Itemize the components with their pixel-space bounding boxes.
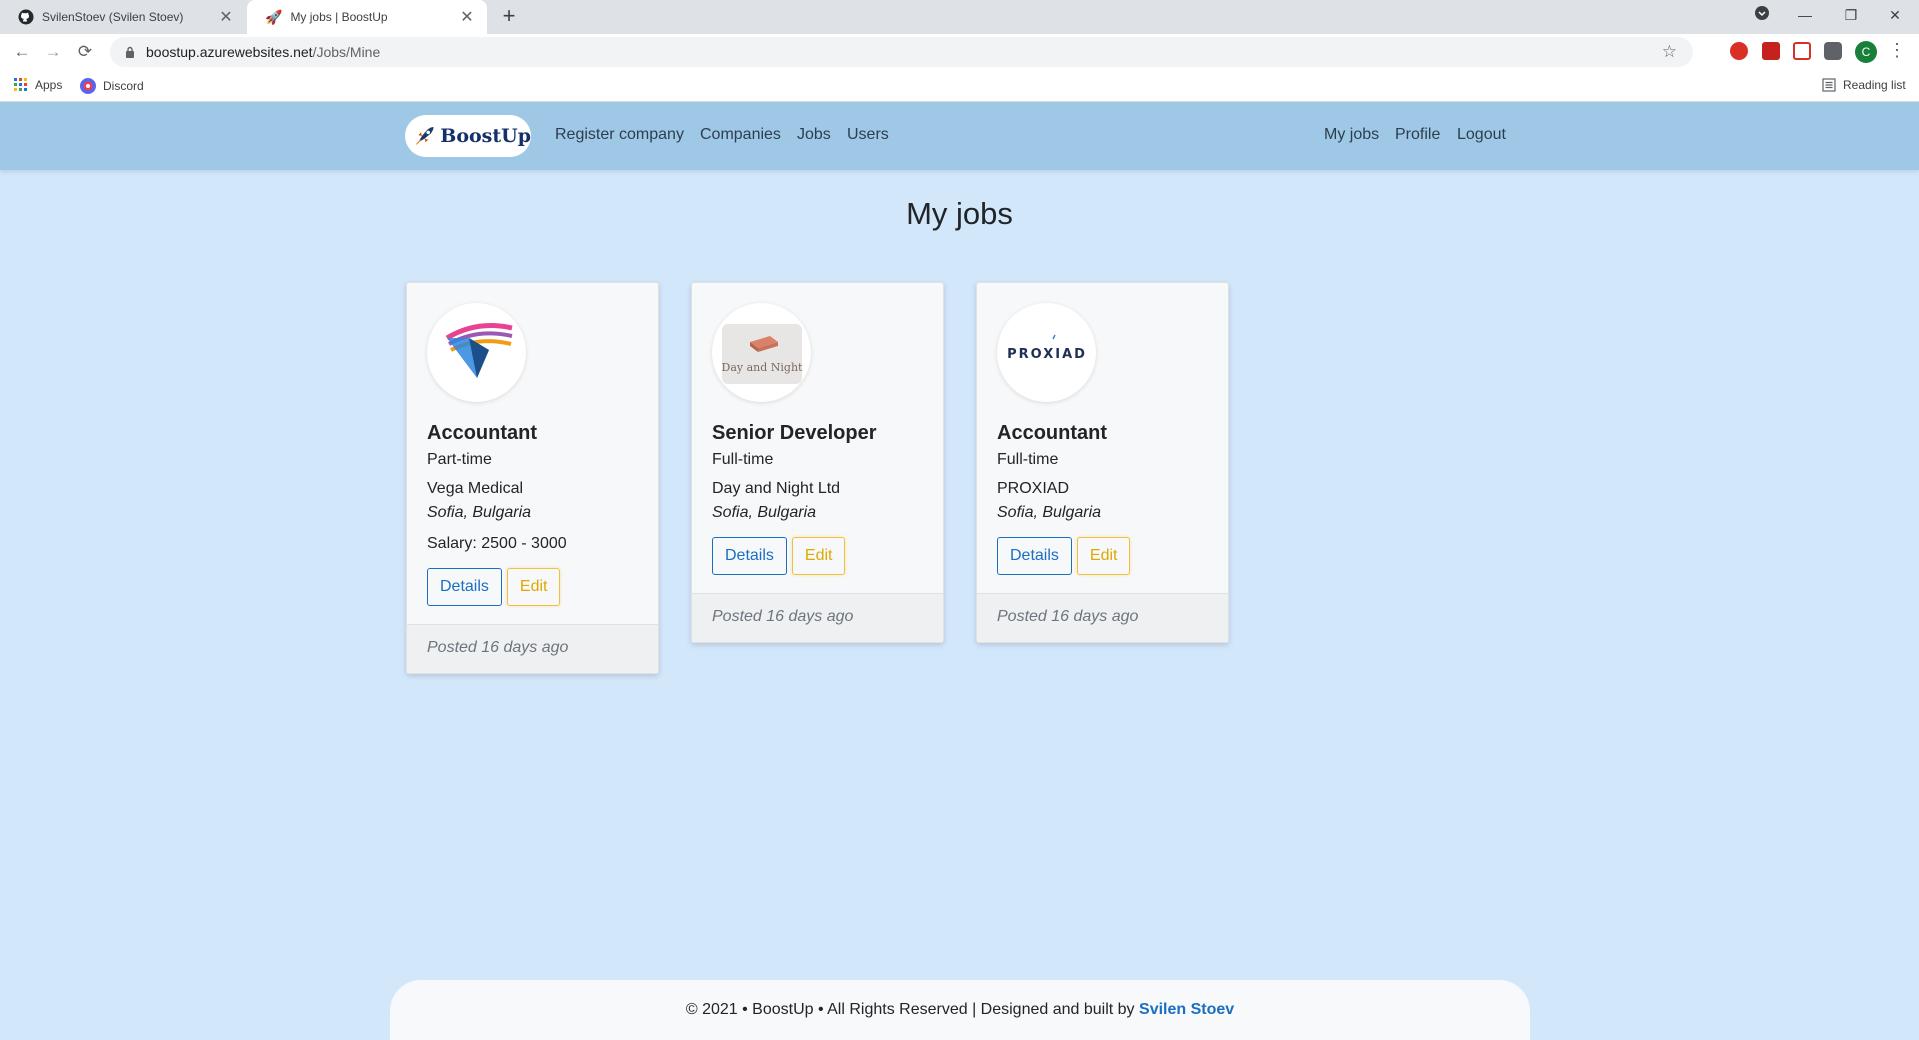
browser-menu-icon[interactable]: ⋮: [1888, 40, 1906, 61]
job-title: Senior Developer: [712, 422, 877, 444]
lock-icon: [126, 46, 134, 58]
site-navbar: BoostUp Register company Companies Jobs …: [0, 102, 1919, 170]
close-tab-icon[interactable]: ✕: [218, 7, 234, 27]
address-bar[interactable]: boostup.azurewebsites.net/Jobs/Mine ☆: [110, 37, 1693, 67]
job-salary: Salary: 2500 - 3000: [427, 535, 567, 552]
day-and-night-logo-text: Day and Night: [721, 361, 803, 374]
minimize-button[interactable]: —: [1783, 0, 1827, 30]
extensions-puzzle-icon[interactable]: [1824, 42, 1842, 60]
site-footer: © 2021 • BoostUp • All Rights Reserved |…: [390, 980, 1530, 1040]
brand-logo[interactable]: BoostUp: [405, 115, 531, 157]
discord-icon: [80, 78, 96, 94]
page-title: My jobs: [906, 196, 1013, 231]
forward-arrow-icon[interactable]: →: [41, 40, 65, 64]
footer-author-link[interactable]: Svilen Stoev: [1139, 1001, 1234, 1018]
rocket-icon: [415, 127, 434, 145]
close-tab-icon[interactable]: ✕: [459, 7, 475, 27]
browser-tab-github[interactable]: SvilenStoev (Svilen Stoev) ✕: [0, 0, 246, 34]
browser-tab-boostup[interactable]: 🚀 My jobs | BoostUp ✕: [247, 0, 487, 34]
rocket-icon: 🚀: [265, 8, 283, 25]
edit-button[interactable]: Edit: [791, 537, 846, 575]
job-card: Accountant Part-time Vega Medical Sofia,…: [406, 282, 659, 674]
github-icon: [18, 9, 34, 25]
edit-button[interactable]: Edit: [1076, 537, 1131, 575]
bookmark-star-icon[interactable]: ☆: [1662, 42, 1677, 62]
pdf-extension-icon[interactable]: [1762, 42, 1780, 60]
job-card: Day and Night Senior Developer Full-time…: [691, 282, 944, 643]
nav-logout[interactable]: Logout: [1457, 126, 1506, 144]
company-name: Vega Medical: [427, 480, 524, 497]
details-button[interactable]: Details: [427, 568, 502, 606]
posted-date: Posted 16 days ago: [407, 624, 658, 673]
bookmarks-bar: Apps Discord Reading list: [0, 70, 1919, 102]
url-path: /Jobs/Mine: [312, 44, 381, 60]
reading-list-icon: [1822, 78, 1836, 92]
job-location: Sofia, Bulgaria: [712, 504, 817, 521]
url-host: boostup.azurewebsites.net: [146, 44, 313, 60]
screenshot-extension-icon[interactable]: [1793, 42, 1811, 60]
profile-avatar[interactable]: C: [1855, 41, 1877, 63]
proxiad-logo-text: PROXIAD: [1007, 347, 1087, 362]
job-title: Accountant: [427, 422, 537, 444]
job-location: Sofia, Bulgaria: [427, 504, 532, 521]
details-button[interactable]: Details: [712, 537, 787, 575]
adblock-extension-icon[interactable]: [1730, 42, 1748, 60]
bookmark-label: Apps: [35, 78, 63, 92]
nav-profile[interactable]: Profile: [1395, 126, 1440, 144]
tab-search-icon[interactable]: [1740, 0, 1784, 30]
bookmark-discord[interactable]: Discord: [80, 78, 144, 94]
nav-register-company[interactable]: Register company: [555, 126, 684, 144]
close-window-button[interactable]: ✕: [1873, 0, 1917, 30]
reading-list-button[interactable]: Reading list: [1822, 78, 1906, 92]
nav-users[interactable]: Users: [847, 126, 889, 144]
bookmark-apps[interactable]: Apps: [14, 78, 62, 92]
job-location: Sofia, Bulgaria: [997, 504, 1102, 521]
posted-date: Posted 16 days ago: [977, 593, 1228, 642]
apps-grid-icon: [14, 78, 27, 91]
job-type: Full-time: [712, 451, 774, 468]
reading-list-label: Reading list: [1843, 78, 1906, 92]
new-tab-button[interactable]: +: [496, 4, 522, 30]
job-card: PROXIAD Accountant Full-time PROXIAD Sof…: [976, 282, 1229, 643]
details-button[interactable]: Details: [997, 537, 1072, 575]
proxiad-logo: PROXIAD: [1007, 334, 1087, 362]
tab-title: My jobs | BoostUp: [290, 10, 388, 24]
vega-medical-logo: [445, 322, 513, 378]
nav-companies[interactable]: Companies: [700, 126, 781, 144]
brand-name: BoostUp: [440, 125, 531, 147]
bookmark-label: Discord: [103, 79, 144, 93]
job-title: Accountant: [997, 422, 1107, 444]
company-logo: PROXIAD: [997, 303, 1096, 402]
tab-title: SvilenStoev (Svilen Stoev): [42, 10, 184, 24]
job-type: Full-time: [997, 451, 1059, 468]
job-type: Part-time: [427, 451, 492, 468]
browser-tab-strip: SvilenStoev (Svilen Stoev) ✕ 🚀 My jobs |…: [0, 0, 1919, 34]
company-name: Day and Night Ltd: [712, 480, 841, 497]
day-and-night-logo: Day and Night: [721, 323, 803, 384]
nav-my-jobs[interactable]: My jobs: [1324, 126, 1379, 144]
posted-date: Posted 16 days ago: [692, 593, 943, 642]
browser-toolbar: ← → ⟳ boostup.azurewebsites.net/Jobs/Min…: [0, 34, 1919, 70]
company-logo: [427, 303, 526, 402]
reload-icon[interactable]: ⟳: [73, 40, 97, 64]
edit-button[interactable]: Edit: [506, 568, 561, 606]
company-name: PROXIAD: [997, 480, 1070, 497]
back-arrow-icon[interactable]: ←: [10, 40, 34, 64]
nav-jobs[interactable]: Jobs: [797, 126, 831, 144]
restore-button[interactable]: ❐: [1829, 0, 1873, 30]
company-logo: Day and Night: [712, 303, 811, 402]
footer-text: © 2021 • BoostUp • All Rights Reserved |…: [685, 1001, 1135, 1018]
